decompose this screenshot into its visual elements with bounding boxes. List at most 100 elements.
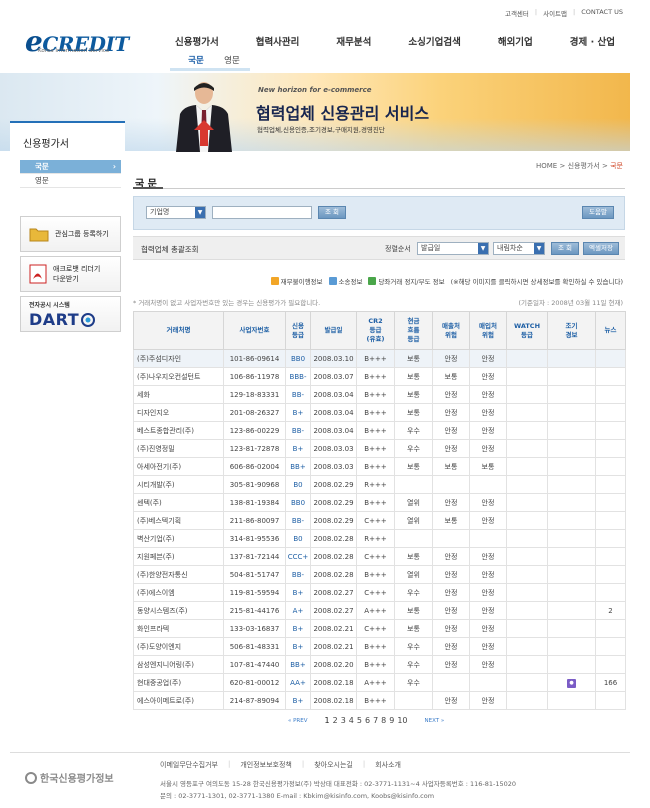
help-button[interactable]: 도움말 — [582, 206, 614, 219]
page-link[interactable]: 10 — [397, 716, 407, 725]
table-row[interactable]: (주)나우지오컨설턴트 106-86-11978 BBB- 2008.03.07 B++… — [133, 367, 626, 386]
footer-link-location[interactable]: 찾아오시는길 — [314, 760, 353, 770]
page-link[interactable]: 4 — [349, 716, 354, 725]
table-cell: 안정 — [432, 547, 470, 566]
table-cell — [547, 367, 596, 386]
acrobat-download-button[interactable]: 애크로뱃 리더기 다운받기 — [20, 256, 121, 292]
table-row[interactable]: 세화 129-18-83331 BB- 2008.03.04 B+++ 보통 안정 안정 — [133, 385, 626, 404]
breadcrumb: HOME > 신용평가서 > 국문 — [535, 162, 623, 170]
table-cell — [547, 601, 596, 620]
company-name-cell[interactable]: (주)주섬디자인 — [133, 349, 224, 368]
company-name-cell[interactable]: 삼성엔지니어링(주) — [133, 655, 224, 674]
footer-link-email[interactable]: 이메일무단수집거부 — [160, 760, 218, 770]
table-row[interactable]: (주)한양전자통신 504-81-51747 BB- 2008.02.28 B+++ 열위… — [133, 565, 626, 584]
page-link[interactable]: 2 — [333, 716, 338, 725]
company-name-cell[interactable]: 아세아전기(주) — [133, 457, 224, 476]
page-link[interactable]: 3 — [341, 716, 346, 725]
util-link-contact[interactable]: CONTACT US — [581, 8, 623, 18]
nav-overseas[interactable]: 해외기업 — [498, 34, 533, 48]
subnav-english[interactable]: 영문 — [224, 54, 240, 66]
nav-economy[interactable]: 경제 · 산업 — [570, 34, 615, 48]
sort-apply-button[interactable]: 조 회 — [551, 242, 579, 255]
table-row[interactable]: (주)에스이엠 119-81-59594 B+ 2008.02.27 C+++ 우수 안정 안… — [133, 583, 626, 602]
table-cell: 2008.02.29 — [310, 493, 357, 512]
table-row[interactable]: (주)진영정밀 123-81-72878 B+ 2008.03.03 B+++ 우수 안정 안… — [133, 439, 626, 458]
dart-link-button[interactable]: 전자공시 시스템 DART — [20, 296, 121, 332]
table-cell — [506, 637, 548, 656]
company-name-cell[interactable]: (주)진영정밀 — [133, 439, 224, 458]
company-name-cell[interactable]: (주)베스텍기획 — [133, 511, 224, 530]
credit-grade-cell: BB+ — [285, 655, 311, 674]
credit-grade-cell: BB- — [285, 421, 311, 440]
site-logo[interactable]: eCREDIT Korea Information Service — [25, 25, 129, 58]
prev-page-link[interactable]: « PREV — [288, 718, 308, 724]
footer-link-privacy[interactable]: 개인정보보호정책 — [240, 760, 292, 770]
sidebar-item-english[interactable]: 영문 — [20, 174, 121, 188]
table-row[interactable]: 아세아전기(주) 606-86-02004 BB+ 2008.03.03 B+++ 보통 보… — [133, 457, 626, 476]
search-input[interactable] — [212, 206, 312, 219]
company-name-cell[interactable]: 벽산기업(주) — [133, 529, 224, 548]
table-cell: C+++ — [356, 511, 395, 530]
company-name-cell[interactable]: 화인프라텍 — [133, 619, 224, 638]
excel-save-button[interactable]: 엑셀저장 — [583, 242, 619, 255]
company-name-cell[interactable]: 세화 — [133, 385, 224, 404]
early-warning-icon[interactable]: ● — [567, 678, 576, 688]
company-name-cell[interactable]: 시티개발(주) — [133, 475, 224, 494]
company-name-cell[interactable]: (주)도양이엔지 — [133, 637, 224, 656]
table-row[interactable]: 베스트종합관리(주) 123-86-00229 BB- 2008.03.04 B+++ 우… — [133, 421, 626, 440]
table-cell: 2008.02.21 — [310, 619, 357, 638]
table-cell: 보통 — [432, 367, 470, 386]
table-row[interactable]: (주)도양이엔지 506-81-48331 B+ 2008.02.21 B+++ 우수 안정… — [133, 637, 626, 656]
table-cell — [595, 385, 626, 404]
search-field-select[interactable]: 기업명 ▼ — [146, 206, 206, 219]
group-register-button[interactable]: 관심그룹 등록하기 — [20, 216, 121, 252]
table-cell: 2008.03.07 — [310, 367, 357, 386]
breadcrumb-credit[interactable]: 신용평가서 — [568, 162, 600, 170]
table-row[interactable]: 센텍(주) 138-81-19384 BB0 2008.02.29 B+++ 열위 안정 안정 — [133, 493, 626, 512]
table-row[interactable]: 현대중공업(주) 620-81-00012 AA+ 2008.02.18 A+++ 우수 ●… — [133, 673, 626, 692]
table-row[interactable]: 지원페븐(주) 137-81-72144 CCC+ 2008.02.28 C+++ 보통 안… — [133, 547, 626, 566]
page-link[interactable]: 1 — [325, 716, 330, 725]
nav-sourcing[interactable]: 소싱기업검색 — [408, 34, 460, 48]
company-name-cell[interactable]: 현대중공업(주) — [133, 673, 224, 692]
nav-credit-report[interactable]: 신용평가서 — [175, 34, 219, 48]
sidebar-item-korean[interactable]: 국문 — [20, 160, 121, 174]
sort-order-select[interactable]: 내림차순 ▼ — [493, 242, 545, 255]
page-link[interactable]: 5 — [357, 716, 362, 725]
company-name-cell[interactable]: 에스아이메트로(주) — [133, 691, 224, 710]
util-link-customer[interactable]: 고객센터 — [505, 8, 529, 18]
breadcrumb-home[interactable]: HOME — [536, 162, 557, 170]
subnav-korean[interactable]: 국문 — [188, 54, 204, 66]
table-row[interactable]: (주)주섬디자인 101-86-09614 BB0 2008.03.10 B+++ 보통 안… — [133, 349, 626, 368]
table-row[interactable]: 화인프라텍 133-03-16837 B+ 2008.02.21 C+++ 보통 안정 안정 — [133, 619, 626, 638]
table-row[interactable]: 벽산기업(주) 314-81-95536 B0 2008.02.28 R+++ — [133, 529, 626, 548]
nav-partner-mgmt[interactable]: 협력사관리 — [256, 34, 300, 48]
page-link[interactable]: 9 — [389, 716, 394, 725]
page-link[interactable]: 6 — [365, 716, 370, 725]
page-link[interactable]: 7 — [373, 716, 378, 725]
table-row[interactable]: 동양시스템즈(주) 215-81-44176 A+ 2008.02.27 A+++ 보통 안… — [133, 601, 626, 620]
util-link-sitemap[interactable]: 사이트맵 — [543, 8, 567, 18]
search-button[interactable]: 조 회 — [318, 206, 346, 219]
company-name-cell[interactable]: 지원페븐(주) — [133, 547, 224, 566]
table-cell: 2008.02.18 — [310, 673, 357, 692]
nav-financial[interactable]: 재무분석 — [336, 34, 371, 48]
company-name-cell[interactable]: (주)나우지오컨설턴트 — [133, 367, 224, 386]
table-row[interactable]: (주)베스텍기획 211-86-80097 BB- 2008.02.29 C+++ 열위 보… — [133, 511, 626, 530]
company-name-cell[interactable]: 동양시스템즈(주) — [133, 601, 224, 620]
company-name-cell[interactable]: 디자인지오 — [133, 403, 224, 422]
footer-link-about[interactable]: 회사소개 — [375, 760, 401, 770]
next-page-link[interactable]: NEXT » — [425, 718, 445, 724]
sidebar-menu: 국문 영문 — [20, 160, 121, 188]
company-name-cell[interactable]: (주)에스이엠 — [133, 583, 224, 602]
column-header: 조기 경보 — [547, 311, 596, 350]
company-name-cell[interactable]: 베스트종합관리(주) — [133, 421, 224, 440]
sort-field-select[interactable]: 발급일 ▼ — [417, 242, 489, 255]
company-name-cell[interactable]: 센텍(주) — [133, 493, 224, 512]
page-link[interactable]: 8 — [381, 716, 386, 725]
company-name-cell[interactable]: (주)한양전자통신 — [133, 565, 224, 584]
table-row[interactable]: 디자인지오 201-08-26327 B+ 2008.03.04 B+++ 보통 안정 안정 — [133, 403, 626, 422]
table-row[interactable]: 시티개발(주) 305-81-90968 B0 2008.02.29 R+++ — [133, 475, 626, 494]
table-row[interactable]: 삼성엔지니어링(주) 107-81-47440 BB+ 2008.02.20 B+++ 우… — [133, 655, 626, 674]
table-row[interactable]: 에스아이메트로(주) 214-87-89094 B+ 2008.02.18 B+++ 안정… — [133, 691, 626, 710]
